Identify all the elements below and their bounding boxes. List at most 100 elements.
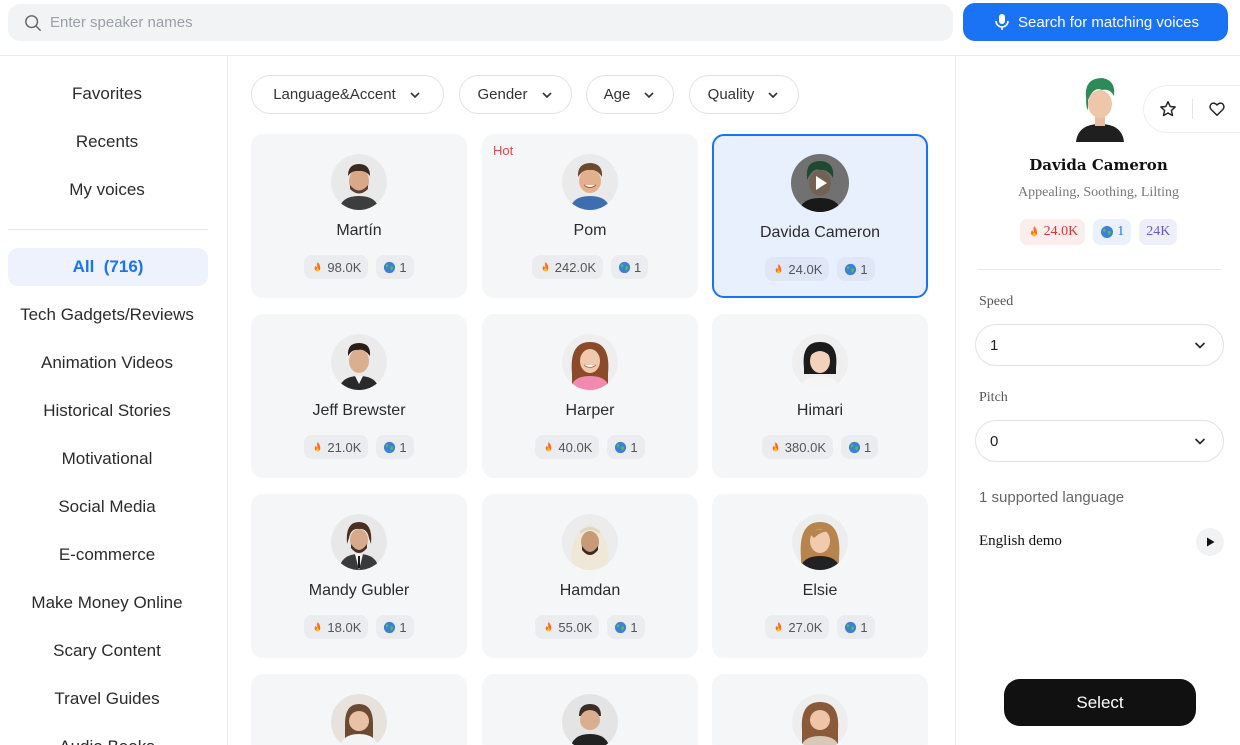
sidebar-item-audio-books[interactable]: Audio Books: [0, 737, 214, 745]
globe-icon: [384, 261, 396, 273]
voice-card[interactable]: Elsie 27.0K 1: [712, 494, 928, 658]
rate-badge: 24K: [1139, 219, 1178, 245]
like-button[interactable]: [1193, 100, 1240, 118]
voice-stats: 380.0K 1: [712, 435, 928, 459]
language-count: 1: [630, 619, 638, 635]
voice-card[interactable]: Himari 380.0K 1: [712, 314, 928, 478]
language-badge: 1: [607, 435, 645, 459]
selected-voice-stats: 24.0K 1 24K: [956, 219, 1240, 245]
language-count: 1: [860, 261, 868, 277]
voice-avatar: [562, 514, 618, 570]
voice-card-partial[interactable]: [251, 674, 467, 745]
fire-icon: [315, 621, 321, 632]
voice-avatar: [562, 694, 618, 745]
voice-avatar: [792, 514, 848, 570]
selected-voice-name: Davida Cameron: [1029, 156, 1168, 174]
speed-select[interactable]: 1: [975, 324, 1224, 366]
demo-label: English demo: [979, 533, 1062, 549]
panel-divider: [978, 269, 1221, 270]
filter-language-accent[interactable]: Language&Accent: [251, 75, 444, 114]
voice-card[interactable]: Davida Cameron 24.0K 1: [712, 134, 928, 298]
demo-play-button[interactable]: [1196, 528, 1224, 556]
plays-badge: 24.0K: [765, 257, 830, 281]
filter-gender-label: Gender: [477, 86, 528, 103]
voice-stats: 40.0K 1: [482, 435, 698, 459]
voice-avatar: [331, 154, 387, 210]
search-matching-voices-button[interactable]: Search for matching voices: [963, 3, 1228, 41]
chevron-down-icon: [1194, 438, 1206, 445]
select-voice-button[interactable]: Select: [1004, 679, 1196, 726]
fire-icon: [772, 441, 779, 452]
voice-card[interactable]: Mandy Gubler 18.0K 1: [251, 494, 467, 658]
voice-avatar: [331, 334, 387, 390]
sidebar-item-motivational[interactable]: Motivational: [0, 449, 214, 469]
voice-preview-play-button[interactable]: [791, 154, 849, 212]
filter-quality-label: Quality: [707, 86, 755, 103]
fire-icon: [315, 261, 321, 272]
voice-card[interactable]: Jeff Brewster 21.0K 1: [251, 314, 467, 478]
voice-card[interactable]: Martín 98.0K 1: [251, 134, 467, 298]
search-input[interactable]: [50, 14, 930, 31]
language-badge: 1: [610, 255, 649, 279]
pitch-select[interactable]: 0: [975, 420, 1224, 462]
play-icon: [816, 176, 827, 190]
selected-voice-tags: Appealing, Soothing, Lilting: [1018, 185, 1179, 200]
filter-age[interactable]: Age: [586, 75, 674, 114]
favorite-star-button[interactable]: [1144, 100, 1192, 118]
language-badge: 1: [1093, 219, 1132, 245]
voice-card[interactable]: Hamdan 55.0K 1: [482, 494, 698, 658]
sidebar-item-social-media[interactable]: Social Media: [0, 497, 214, 517]
plays-badge: 380.0K: [761, 435, 833, 459]
language-badge: 1: [837, 257, 875, 281]
voice-stats: 55.0K 1: [482, 615, 698, 639]
sidebar-item-make-money-online[interactable]: Make Money Online: [0, 593, 214, 613]
sidebar-item-historical-stories[interactable]: Historical Stories: [0, 401, 214, 421]
voice-name: Pom: [573, 222, 607, 239]
search-box[interactable]: [8, 4, 953, 41]
sidebar-item-scary-content[interactable]: Scary Content: [0, 641, 214, 661]
globe-icon: [615, 441, 627, 453]
plays-count: 380.0K: [784, 439, 826, 455]
voice-avatar: [562, 334, 618, 390]
plays-badge: 27.0K: [765, 615, 830, 639]
fire-icon: [546, 621, 552, 632]
filter-gender[interactable]: Gender: [459, 75, 572, 114]
language-count: 1: [863, 439, 872, 455]
voice-detail-panel: Davida Cameron Appealing, Soothing, Lilt…: [955, 56, 1240, 745]
voice-card-partial[interactable]: [712, 674, 928, 745]
plays-count: 55.0K: [558, 619, 593, 635]
chevron-down-icon: [768, 91, 778, 98]
sidebar-item-recents[interactable]: Recents: [0, 132, 214, 152]
plays-badge: 55.0K: [535, 615, 600, 639]
voice-card[interactable]: Harper 40.0K 1: [482, 314, 698, 478]
sidebar-item-tech-gadgets[interactable]: Tech Gadgets/Reviews: [0, 305, 214, 325]
language-count: 1: [633, 259, 642, 275]
sidebar-item-travel-guides[interactable]: Travel Guides: [0, 689, 214, 709]
plays-badge: 21.0K: [304, 435, 369, 459]
sidebar-item-favorites[interactable]: Favorites: [0, 84, 214, 104]
voice-card[interactable]: Hot Pom 242.0K 1: [482, 134, 698, 298]
sidebar-item-animation-videos[interactable]: Animation Videos: [0, 353, 214, 373]
language-badge: 1: [376, 435, 414, 459]
voice-name: Davida Cameron: [759, 224, 881, 241]
plays-count: 27.0K: [788, 619, 823, 635]
search-matching-voices-label: Search for matching voices: [1018, 13, 1199, 31]
globe-icon: [845, 621, 857, 633]
search-icon: [25, 14, 41, 31]
voice-stats: 242.0K 1: [482, 255, 698, 279]
globe-icon: [845, 263, 857, 275]
voice-card-partial[interactable]: [482, 674, 698, 745]
voice-avatar: [792, 334, 848, 390]
globe-icon: [384, 441, 396, 453]
fire-icon: [1030, 226, 1037, 237]
sidebar-item-all[interactable]: All (716): [8, 248, 208, 286]
sidebar-item-my-voices[interactable]: My voices: [0, 180, 214, 200]
speed-label: Speed: [979, 294, 1014, 309]
sidebar-item-e-commerce[interactable]: E-commerce: [0, 545, 214, 565]
hot-badge: Hot: [493, 143, 514, 158]
voice-stats: 27.0K 1: [712, 615, 928, 639]
filter-quality[interactable]: Quality: [689, 75, 799, 114]
globe-icon: [618, 261, 631, 273]
language-badge: 1: [840, 435, 879, 459]
globe-icon: [1101, 226, 1114, 238]
